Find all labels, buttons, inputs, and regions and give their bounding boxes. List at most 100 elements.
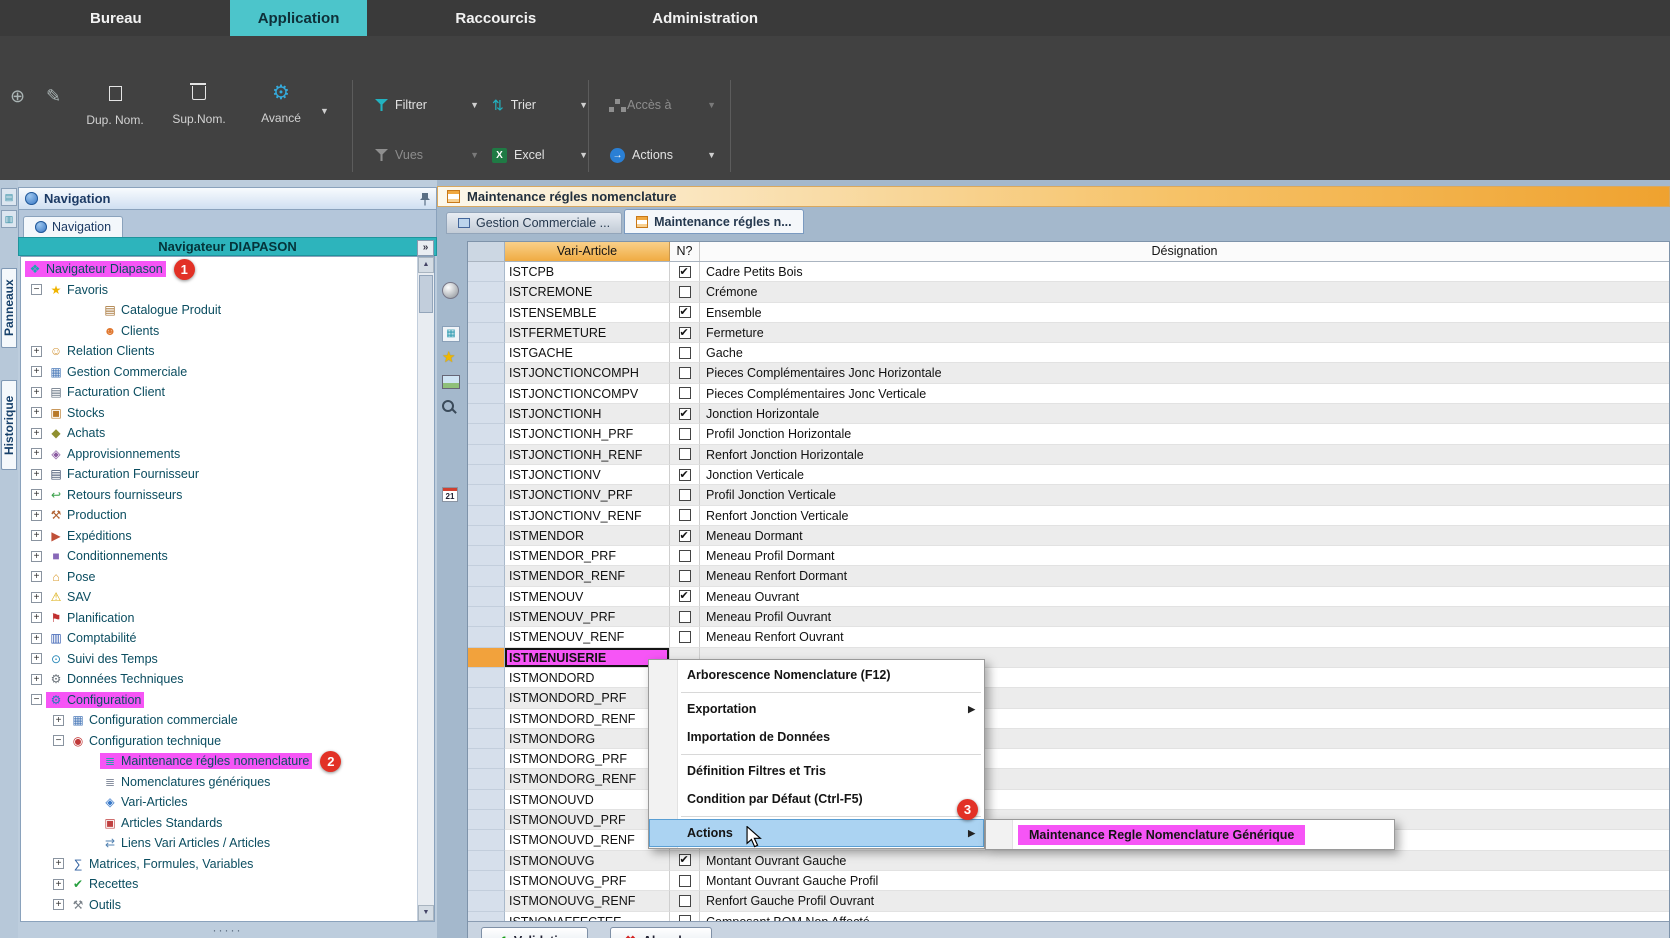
checkbox-unchecked-icon[interactable]	[679, 367, 691, 379]
tree-item[interactable]: +⌂Pose	[21, 567, 434, 588]
filter-dropdown-arrow-icon[interactable]: ▼	[470, 100, 479, 110]
tree-item[interactable]: +▤Facturation Client	[21, 382, 434, 403]
cell-designation[interactable]: Renfort Gauche Profil Ouvrant	[700, 891, 1669, 911]
expand-icon[interactable]: +	[31, 633, 42, 644]
calendar-icon[interactable]: 21	[442, 487, 458, 502]
table-row-ISTMENOUV_RENF[interactable]: ISTMENOUV_RENF Meneau Renfort Ouvrant	[468, 627, 1669, 647]
checkbox-unchecked-icon[interactable]	[679, 895, 691, 907]
cell-n[interactable]	[670, 566, 700, 586]
cell-vari-article[interactable]: ISTMONOUVD_RENF	[505, 830, 670, 850]
tree-item[interactable]: +▶Expéditions	[21, 526, 434, 547]
scroll-up-icon[interactable]: ▲	[418, 257, 434, 273]
table-row-ISTMENDOR_PRF[interactable]: ISTMENDOR_PRFMeneau Profil Dormant	[468, 546, 1669, 566]
cell-vari-article[interactable]: ISTMONDORG_RENF	[505, 769, 670, 789]
submenu-item-maintenance-regle-generique[interactable]: Maintenance Regle Nomenclature Générique	[1018, 825, 1305, 845]
cell-designation[interactable]: Jonction Verticale	[700, 465, 1669, 485]
tree-item[interactable]: −⚙Configuration	[21, 690, 434, 711]
cell-n[interactable]	[670, 851, 700, 871]
cell-designation[interactable]: Profil Jonction Horizontale	[700, 424, 1669, 444]
dock-panel-icon[interactable]: ▤	[1, 188, 17, 206]
cell-n[interactable]	[670, 465, 700, 485]
cell-vari-article[interactable]: ISTJONCTIONV	[505, 465, 670, 485]
expand-icon[interactable]: +	[53, 858, 64, 869]
tree-item[interactable]: ◈Vari-Articles	[21, 792, 434, 813]
table-row-ISTCREMONE[interactable]: ISTCREMONECrémone	[468, 282, 1669, 302]
cell-vari-article[interactable]: ISTGACHE	[505, 343, 670, 363]
row-selector[interactable]	[468, 546, 505, 566]
cell-designation[interactable]: Gache	[700, 343, 1669, 363]
tab-gestion-commerciale[interactable]: Gestion Commerciale ...	[446, 212, 622, 234]
cell-vari-article[interactable]: ISTJONCTIONCOMPH	[505, 363, 670, 383]
row-selector[interactable]	[468, 648, 505, 668]
checkbox-checked-icon[interactable]	[679, 530, 691, 542]
cell-n[interactable]	[670, 627, 700, 647]
expand-icon[interactable]: +	[31, 346, 42, 357]
expand-icon[interactable]: +	[31, 448, 42, 459]
cell-n[interactable]	[670, 526, 700, 546]
row-selector[interactable]	[468, 343, 505, 363]
tree-item[interactable]: ≣Nomenclatures génériques	[21, 772, 434, 793]
validation-button[interactable]: ✔ Validation	[481, 927, 588, 938]
cell-designation[interactable]: Renfort Jonction Horizontale	[700, 445, 1669, 465]
expand-icon[interactable]: +	[31, 612, 42, 623]
expand-icon[interactable]: +	[31, 674, 42, 685]
checkbox-unchecked-icon[interactable]	[679, 428, 691, 440]
table-row-ISTJONCTIONV_PRF[interactable]: ISTJONCTIONV_PRFProfil Jonction Vertical…	[468, 485, 1669, 505]
cell-designation[interactable]: Fermeture	[700, 323, 1669, 343]
column-header-n[interactable]: N?	[670, 242, 700, 261]
views-button[interactable]: Vues ▼	[375, 142, 479, 168]
tree-item[interactable]: −◉Configuration technique	[21, 731, 434, 752]
cell-vari-article[interactable]: ISTMENOUV_RENF	[505, 627, 670, 647]
cell-designation[interactable]: Pieces Complémentaires Jonc Horizontale	[700, 363, 1669, 383]
expand-panel-button[interactable]: »	[417, 240, 434, 256]
cell-vari-article[interactable]: ISTMONDORG	[505, 729, 670, 749]
collapse-icon[interactable]: −	[31, 694, 42, 705]
menu-tab-administration[interactable]: Administration	[624, 0, 786, 36]
table-row-ISTCPB[interactable]: ISTCPBCadre Petits Bois	[468, 262, 1669, 282]
scroll-down-icon[interactable]: ▼	[418, 905, 434, 921]
access-to-button[interactable]: Accès à ▼	[610, 92, 716, 118]
cell-designation[interactable]: Meneau Renfort Ouvrant	[700, 627, 1669, 647]
context-menu-item[interactable]: Condition par Défaut (Ctrl-F5)	[649, 785, 984, 813]
cell-vari-article[interactable]: ISTMONDORD_RENF	[505, 709, 670, 729]
checkbox-unchecked-icon[interactable]	[679, 387, 691, 399]
row-selector[interactable]	[468, 749, 505, 769]
tree-item[interactable]: +■Conditionnements	[21, 546, 434, 567]
cell-n[interactable]	[670, 262, 700, 282]
tree-item[interactable]: ▣Articles Standards	[21, 813, 434, 834]
checkbox-unchecked-icon[interactable]	[679, 611, 691, 623]
expand-icon[interactable]: +	[31, 592, 42, 603]
table-row-ISTENSEMBLE[interactable]: ISTENSEMBLEEnsemble	[468, 303, 1669, 323]
checkbox-checked-icon[interactable]	[679, 408, 691, 420]
cell-vari-article[interactable]: ISTMONOUVG	[505, 851, 670, 871]
row-selector[interactable]	[468, 871, 505, 891]
pin-icon[interactable]	[420, 192, 430, 206]
cell-n[interactable]	[670, 424, 700, 444]
excel-export-button[interactable]: Excel ▼	[492, 142, 588, 168]
expand-icon[interactable]: +	[53, 879, 64, 890]
dock-tab-panneaux[interactable]: Panneaux	[1, 268, 17, 348]
row-selector[interactable]	[468, 891, 505, 911]
cell-vari-article[interactable]: ISTCREMONE	[505, 282, 670, 302]
checkbox-unchecked-icon[interactable]	[679, 570, 691, 582]
cell-vari-article[interactable]: ISTMONOUVD	[505, 790, 670, 810]
table-row-ISTMONOUVG_PRF[interactable]: ISTMONOUVG_PRFMontant Ouvrant Gauche Pro…	[468, 871, 1669, 891]
row-selector[interactable]	[468, 607, 505, 627]
cell-vari-article[interactable]: ISTMENOUV_PRF	[505, 607, 670, 627]
tree-item[interactable]: +∑Matrices, Formules, Variables	[21, 854, 434, 875]
table-row-ISTJONCTIONH_PRF[interactable]: ISTJONCTIONH_PRFProfil Jonction Horizont…	[468, 424, 1669, 444]
expand-icon[interactable]: +	[31, 489, 42, 500]
cell-n[interactable]	[670, 871, 700, 891]
context-menu-item[interactable]: Définition Filtres et Tris	[649, 757, 984, 785]
row-selector[interactable]	[468, 262, 505, 282]
expand-icon[interactable]: +	[31, 428, 42, 439]
cell-n[interactable]	[670, 587, 700, 607]
new-icon[interactable]: ⊕	[10, 86, 25, 107]
cell-designation[interactable]: Cadre Petits Bois	[700, 262, 1669, 282]
edit-pencil-icon[interactable]: ✎	[46, 86, 61, 107]
collapse-icon[interactable]: −	[31, 284, 42, 295]
checkbox-checked-icon[interactable]	[679, 266, 691, 278]
cell-vari-article[interactable]: ISTMONDORG_PRF	[505, 749, 670, 769]
column-header-designation[interactable]: Désignation	[700, 242, 1669, 261]
excel-dropdown-arrow-icon[interactable]: ▼	[579, 150, 588, 160]
